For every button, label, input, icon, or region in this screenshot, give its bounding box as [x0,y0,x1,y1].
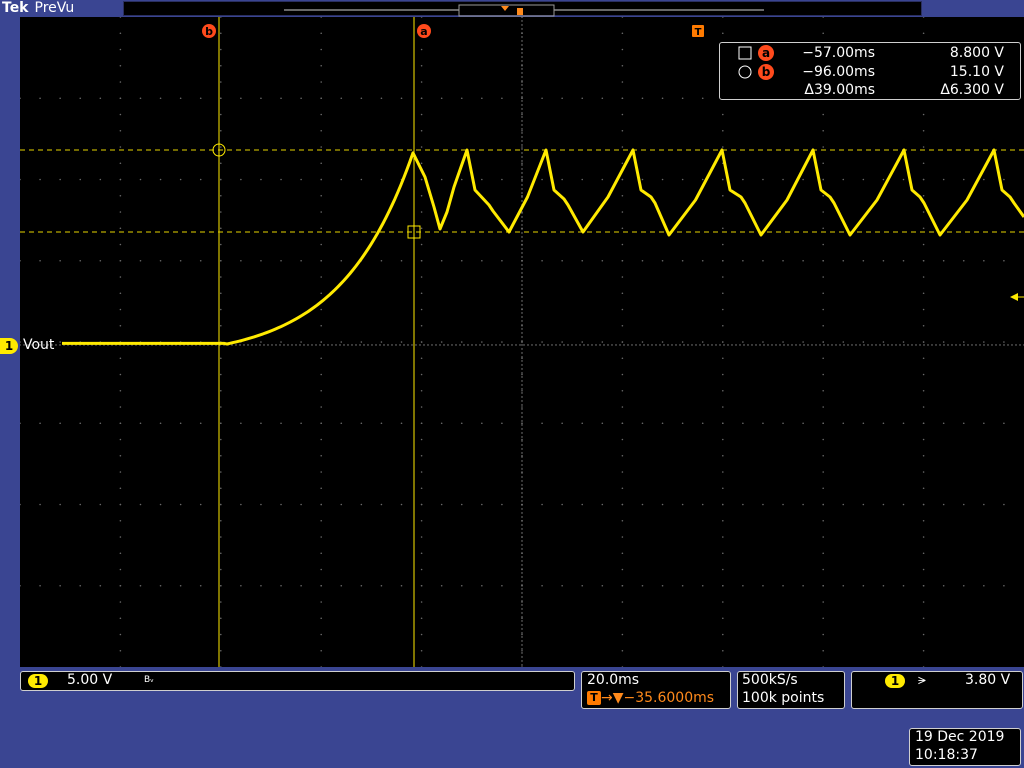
trigger-position-tag: T [587,691,601,705]
channel-1-marker[interactable]: 1 [0,338,18,354]
cursor-b-time: −96.00ms [802,64,875,80]
trigger-level-arrow-icon [1010,293,1018,301]
channel-1-label: Vout [23,337,55,353]
record-view-bar[interactable] [123,1,922,17]
cursor-a-badge: a [758,45,774,61]
cursor-a-tag: a [417,24,431,38]
date-label: 19 Dec 2019 [915,729,1005,745]
trigger-source-badge: 1 [885,674,905,688]
acquisition-status-box[interactable]: 500kS/s 100k points [737,671,845,709]
cursor-delta-time: Δ39.00ms [804,82,875,98]
cursor-a-voltage: 8.800 V [949,45,1004,61]
cursor-a-tag-text: a [420,25,427,38]
timebase-status-box[interactable]: 20.0ms T →▼−35.6000ms [581,671,731,709]
trigger-position-value: →▼−35.6000ms [601,690,715,706]
datetime-box: 19 Dec 2019 10:18:37 [909,728,1021,766]
brand-name: Tek [2,0,29,16]
cursor-readout: a −57.00ms 8.800 V b −96.00ms 15.10 V Δ3… [719,42,1021,100]
channel-1-badge: 1 [28,674,48,688]
channel-status-box[interactable]: 1 5.00 V Bᵥ [20,671,575,691]
trigger-position: T →▼−35.6000ms [587,690,714,706]
trigger-level: 3.80 V [965,672,1011,688]
cursor-b-badge: b [758,64,774,80]
acquisition-mode: PreVu [34,0,75,16]
circle-icon [738,65,752,79]
time-label: 10:18:37 [915,747,978,763]
cursor-delta-row: Δ39.00ms Δ6.300 V [720,81,1020,99]
bandwidth-limit-badge: Bᵥ [144,675,154,685]
cursor-b-tag: b [202,24,216,38]
square-icon [738,46,752,60]
cursor-delta-voltage: Δ6.300 V [940,82,1004,98]
trigger-status-box[interactable]: 1 ⪫ 3.80 V [851,671,1023,709]
waveform-display[interactable]: b a T [20,17,1024,667]
channel-1-scale: 5.00 V [67,672,113,688]
cursor-b-voltage: 15.10 V [949,64,1004,80]
cursor-a-row: a −57.00ms 8.800 V [720,44,1020,62]
trigger-edge-icon: ⪫ [918,672,926,688]
record-length: 100k points [742,690,825,706]
trigger-time-tag: T [692,25,704,38]
timebase-scale: 20.0ms [587,672,640,688]
trigger-tag-text: T [695,27,702,38]
vout-trace [62,148,1024,346]
cursor-a-time: −57.00ms [802,45,875,61]
sample-rate: 500kS/s [742,672,798,688]
cursor-b-tag-text: b [205,25,213,38]
cursor-b-row: b −96.00ms 15.10 V [720,63,1020,81]
brand-label: Tek PreVu [2,0,74,16]
